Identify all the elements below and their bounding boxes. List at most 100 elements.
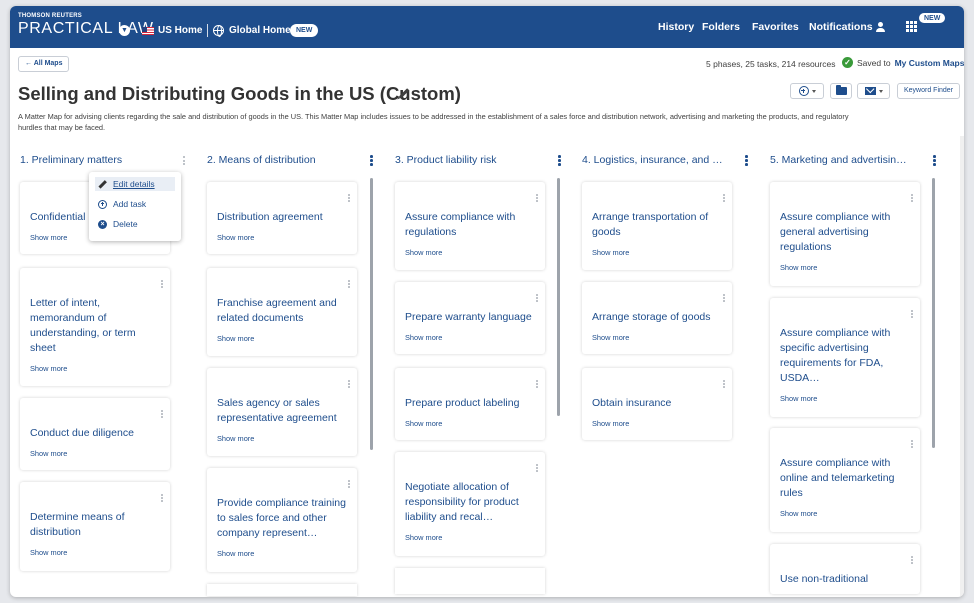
kebab-menu-icon[interactable] bbox=[161, 280, 164, 288]
kebab-menu-icon[interactable] bbox=[536, 194, 539, 202]
apps-grid-icon[interactable] bbox=[906, 21, 917, 32]
kebab-menu-icon[interactable] bbox=[348, 194, 351, 202]
history-link[interactable]: History bbox=[658, 21, 694, 33]
show-more-link[interactable]: Show more bbox=[217, 334, 254, 343]
page-scrollbar-track[interactable] bbox=[960, 136, 964, 597]
task-card[interactable]: Sales agency or sales representative agr… bbox=[207, 368, 357, 456]
task-card[interactable]: Assure compliance with specific advertis… bbox=[770, 298, 920, 417]
task-title[interactable]: Distribution agreement bbox=[217, 210, 349, 225]
task-card[interactable]: Negotiate allocation of responsibility f… bbox=[395, 452, 545, 556]
task-title[interactable]: Assure compliance with online and telema… bbox=[780, 456, 912, 501]
task-title[interactable]: Conduct due diligence bbox=[30, 426, 162, 441]
add-menu-button[interactable] bbox=[790, 83, 824, 99]
kebab-menu-icon[interactable] bbox=[536, 464, 539, 472]
task-title[interactable]: Prepare warranty language bbox=[405, 310, 537, 325]
task-title[interactable]: Arrange storage of goods bbox=[592, 310, 724, 325]
email-menu-button[interactable] bbox=[857, 83, 890, 99]
folder-button[interactable] bbox=[830, 83, 852, 99]
show-more-link[interactable]: Show more bbox=[217, 434, 254, 443]
kebab-menu-icon[interactable] bbox=[723, 194, 726, 202]
task-card[interactable] bbox=[395, 568, 545, 594]
show-more-link[interactable]: Show more bbox=[405, 533, 442, 542]
show-more-link[interactable]: Show more bbox=[780, 263, 817, 272]
column-scrollbar[interactable] bbox=[932, 178, 935, 448]
task-card[interactable]: Franchise agreement and related document… bbox=[207, 268, 357, 356]
task-title[interactable]: Obtain insurance bbox=[592, 396, 724, 411]
user-icon[interactable] bbox=[874, 21, 886, 33]
task-title[interactable]: Franchise agreement and related document… bbox=[217, 296, 349, 326]
task-title[interactable]: Assure compliance with specific advertis… bbox=[780, 326, 912, 386]
kebab-menu-icon[interactable] bbox=[723, 380, 726, 388]
task-title[interactable]: Assure compliance with general advertisi… bbox=[780, 210, 912, 255]
show-more-link[interactable]: Show more bbox=[30, 548, 67, 557]
show-more-link[interactable]: Show more bbox=[217, 233, 254, 242]
kebab-menu-icon[interactable] bbox=[183, 156, 186, 165]
kebab-menu-icon[interactable] bbox=[911, 556, 914, 564]
task-title[interactable]: Sales agency or sales representative agr… bbox=[217, 396, 349, 426]
kebab-menu-icon[interactable] bbox=[558, 155, 561, 166]
show-more-link[interactable]: Show more bbox=[30, 449, 67, 458]
task-card[interactable]: Prepare warranty language Show more bbox=[395, 282, 545, 354]
column-scrollbar[interactable] bbox=[557, 178, 560, 416]
task-card[interactable]: Provide compliance training to sales for… bbox=[207, 468, 357, 572]
task-card[interactable]: Distribution agreement Show more bbox=[207, 182, 357, 254]
show-more-link[interactable]: Show more bbox=[405, 333, 442, 342]
kebab-menu-icon[interactable] bbox=[348, 380, 351, 388]
task-card[interactable]: Determine means of distribution Show mor… bbox=[20, 482, 170, 571]
my-custom-maps-link[interactable]: My Custom Maps bbox=[895, 58, 964, 68]
kebab-menu-icon[interactable] bbox=[161, 494, 164, 502]
task-card[interactable]: Assure compliance with online and telema… bbox=[770, 428, 920, 532]
task-card[interactable]: Assure compliance with regulations Show … bbox=[395, 182, 545, 270]
chevron-down-icon[interactable]: ▼ bbox=[119, 25, 130, 36]
delete-menu-item[interactable]: × Delete bbox=[95, 217, 175, 231]
kebab-menu-icon[interactable] bbox=[911, 194, 914, 202]
show-more-link[interactable]: Show more bbox=[30, 233, 67, 242]
show-more-link[interactable]: Show more bbox=[30, 364, 67, 373]
task-card[interactable]: Obtain insurance Show more bbox=[582, 368, 732, 440]
brand-logo[interactable]: THOMSON REUTERS PRACTICAL LAW bbox=[18, 13, 154, 38]
task-title[interactable]: Prepare product labeling bbox=[405, 396, 537, 411]
kebab-menu-icon[interactable] bbox=[723, 294, 726, 302]
task-card[interactable]: Use non-traditional bbox=[770, 544, 920, 594]
task-card[interactable]: Prepare product labeling Show more bbox=[395, 368, 545, 440]
folders-link[interactable]: Folders bbox=[702, 21, 740, 33]
global-home-link[interactable]: Global Home bbox=[229, 25, 291, 36]
favorites-link[interactable]: Favorites bbox=[752, 21, 799, 33]
task-card[interactable] bbox=[207, 584, 357, 596]
us-home-link[interactable]: US Home bbox=[158, 25, 202, 36]
show-more-link[interactable]: Show more bbox=[592, 248, 629, 257]
show-more-link[interactable]: Show more bbox=[592, 419, 629, 428]
show-more-link[interactable]: Show more bbox=[780, 509, 817, 518]
task-card[interactable]: Conduct due diligence Show more bbox=[20, 398, 170, 470]
task-title[interactable]: Letter of intent, memorandum of understa… bbox=[30, 296, 162, 356]
kebab-menu-icon[interactable] bbox=[911, 310, 914, 318]
kebab-menu-icon[interactable] bbox=[348, 480, 351, 488]
task-title[interactable]: Provide compliance training to sales for… bbox=[217, 496, 349, 541]
kebab-menu-icon[interactable] bbox=[370, 155, 373, 166]
show-more-link[interactable]: Show more bbox=[217, 549, 254, 558]
task-title[interactable]: Assure compliance with regulations bbox=[405, 210, 537, 240]
kebab-menu-icon[interactable] bbox=[745, 155, 748, 166]
add-task-menu-item[interactable]: Add task bbox=[95, 197, 175, 211]
task-card[interactable]: Arrange transportation of goods Show mor… bbox=[582, 182, 732, 270]
task-title[interactable]: Negotiate allocation of responsibility f… bbox=[405, 480, 537, 525]
column-scrollbar[interactable] bbox=[370, 178, 373, 450]
kebab-menu-icon[interactable] bbox=[911, 440, 914, 448]
task-card[interactable]: Letter of intent, memorandum of understa… bbox=[20, 268, 170, 386]
show-more-link[interactable]: Show more bbox=[405, 419, 442, 428]
kebab-menu-icon[interactable] bbox=[933, 155, 936, 166]
kebab-menu-icon[interactable] bbox=[161, 410, 164, 418]
edit-details-menu-item[interactable]: Edit details bbox=[95, 177, 175, 191]
task-title[interactable]: Arrange transportation of goods bbox=[592, 210, 724, 240]
kebab-menu-icon[interactable] bbox=[536, 294, 539, 302]
all-maps-button[interactable]: ← All Maps bbox=[18, 56, 70, 72]
kebab-menu-icon[interactable] bbox=[348, 280, 351, 288]
show-more-link[interactable]: Show more bbox=[780, 394, 817, 403]
task-title[interactable]: Use non-traditional bbox=[780, 572, 912, 587]
show-more-link[interactable]: Show more bbox=[405, 248, 442, 257]
task-card[interactable]: Assure compliance with general advertisi… bbox=[770, 182, 920, 286]
notifications-link[interactable]: Notifications bbox=[809, 21, 873, 33]
show-more-link[interactable]: Show more bbox=[592, 333, 629, 342]
keyword-finder-button[interactable]: Keyword Finder bbox=[897, 83, 961, 99]
task-card[interactable]: Arrange storage of goods Show more bbox=[582, 282, 732, 354]
